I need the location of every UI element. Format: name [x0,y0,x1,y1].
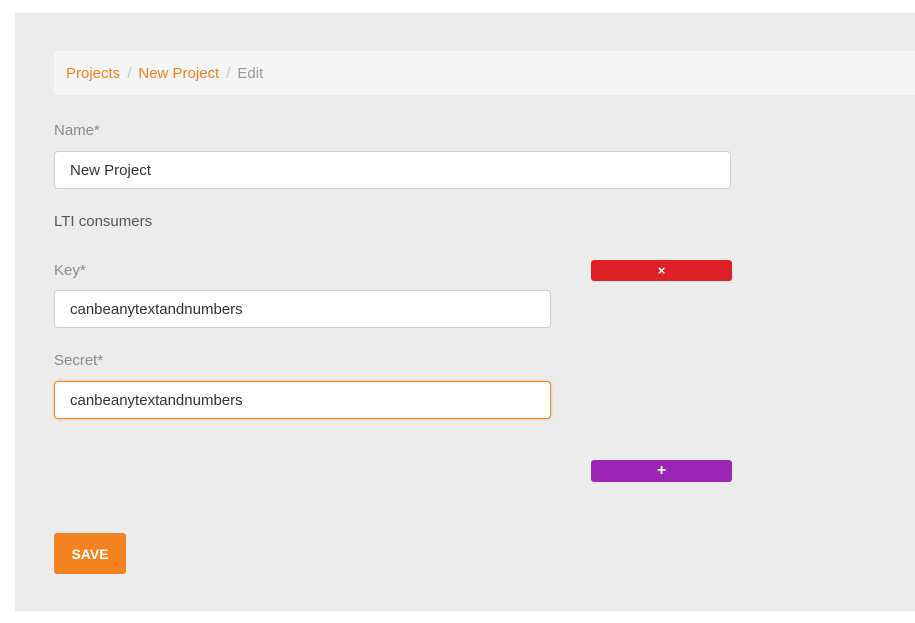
breadcrumb-projects-link[interactable]: Projects [66,65,120,82]
key-input[interactable] [54,290,551,328]
breadcrumb: Projects / New Project / Edit [54,51,915,95]
breadcrumb-separator: / [127,64,132,82]
lti-consumers-heading: LTI consumers [54,213,153,230]
breadcrumb-new-project-link[interactable]: New Project [138,65,219,82]
add-consumer-button[interactable]: + [591,460,732,482]
secret-input[interactable] [54,381,551,419]
remove-consumer-button[interactable]: × [591,260,732,281]
breadcrumb-current: Edit [237,64,264,82]
key-label: Key* [54,262,86,279]
name-input[interactable] [54,151,731,189]
plus-icon: + [656,462,667,479]
close-icon: × [657,263,666,278]
name-label: Name* [54,122,100,139]
secret-label: Secret* [54,352,104,369]
breadcrumb-separator: / [226,64,231,82]
save-button[interactable]: SAVE [54,533,126,574]
